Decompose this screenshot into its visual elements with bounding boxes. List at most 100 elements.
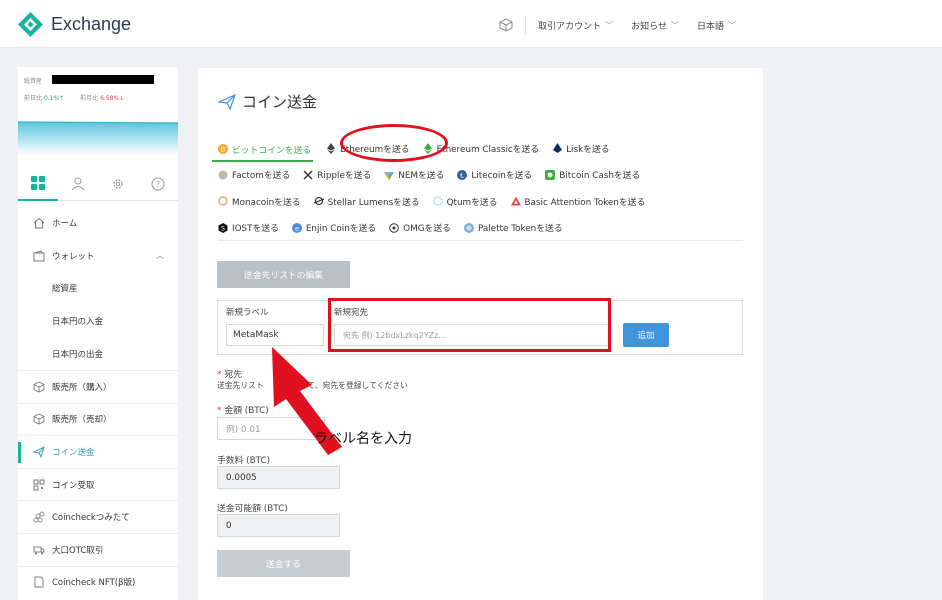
tab-label: Factomを送る: [232, 171, 291, 182]
svg-text:B: B: [221, 146, 226, 154]
logo[interactable]: Exchange: [18, 12, 131, 37]
day-change-value: 0.1%↑: [43, 95, 65, 102]
svg-text:S: S: [221, 225, 225, 232]
tab-label: Qtumを送る: [446, 197, 498, 208]
tab-menu[interactable]: [18, 167, 58, 201]
annotation-text: ラベル名を入力: [314, 431, 412, 447]
sidebar-icon-tabs: ?: [18, 167, 178, 201]
cube-icon[interactable]: [499, 18, 513, 32]
nav-label: お知らせ: [631, 21, 667, 32]
tab-user[interactable]: [58, 167, 98, 201]
tab-settings[interactable]: [98, 167, 138, 201]
tab-label: Monacoinを送る: [232, 197, 301, 208]
nav-language[interactable]: 日本語 ﹀: [697, 19, 736, 32]
fee-field: 0.0005: [217, 466, 340, 489]
omg-icon: [389, 222, 400, 233]
sidebar-item-jpy-deposit[interactable]: 日本円の入金: [18, 305, 178, 338]
tab-help[interactable]: ?: [138, 167, 178, 201]
new-label-input[interactable]: MetaMask: [226, 324, 324, 346]
chevron-up-icon: ︿: [156, 251, 164, 261]
tab-litecoin[interactable]: Ł Litecoinを送る: [457, 168, 532, 181]
sidebar-item-otc[interactable]: 大口OTC取引: [18, 532, 178, 566]
qr-icon: [32, 478, 46, 492]
sidebar-item-label: ウォレット: [52, 251, 95, 262]
tab-palette-token[interactable]: Palette Tokenを送る: [463, 221, 563, 235]
add-button[interactable]: 追加: [623, 323, 669, 347]
month-change-value: 6.58%↓: [100, 95, 125, 102]
fee-title: 手数料 (BTC): [217, 456, 271, 466]
tab-label: OMGを送る: [403, 224, 451, 235]
tab-label: Basic Attention Tokenを送る: [524, 197, 646, 208]
tab-omg[interactable]: OMGを送る: [389, 221, 451, 234]
svg-text:Ł: Ł: [459, 171, 464, 179]
sidebar: 総資産 前日比 0.1%↑ 前月比 6.58%↓ ? ホーム ウォレット ︿ 総…: [18, 67, 178, 600]
sidebar-item-label: Coincheck NFT(β版): [52, 578, 136, 589]
tab-bitcoin[interactable]: B ビットコインを送る: [212, 143, 314, 162]
sidebar-item-home[interactable]: ホーム: [18, 207, 178, 240]
exchange-logo-icon: [18, 12, 43, 37]
home-icon: [32, 216, 46, 230]
sidebar-item-send-coin[interactable]: コイン送金: [18, 435, 178, 468]
svg-text:?: ?: [156, 180, 160, 189]
tab-monacoin[interactable]: Monacoinを送る: [218, 195, 301, 208]
monacoin-icon: [218, 196, 228, 207]
destination-help-prefix: 送金先リスト: [217, 381, 264, 390]
tab-label: Ethereum Classicを送る: [436, 144, 540, 155]
lisk-icon: [552, 143, 562, 154]
sidebar-item-label: 販売所（購入）: [52, 382, 112, 393]
grid-icon: [31, 176, 45, 190]
sidebar-item-label: 総資産: [52, 284, 78, 295]
balance-chart: [18, 121, 178, 155]
user-icon: [71, 177, 85, 191]
tab-nem[interactable]: NEMを送る: [384, 168, 444, 181]
tab-enjin-coin[interactable]: e Enjin Coinを送る: [291, 221, 376, 234]
edit-destination-list-button[interactable]: 送金先リストの編集: [217, 261, 350, 288]
coins-icon: [32, 510, 46, 524]
amount-title-text: 金額 (BTC): [224, 406, 269, 416]
nav-trading-account[interactable]: 取引アカウント ﹀: [538, 19, 613, 32]
required-marker: *: [217, 370, 222, 380]
destination-title: * 宛先: [217, 367, 242, 380]
top-bar: Exchange 取引アカウント ﹀ お知らせ ﹀ 日本語 ﹀: [0, 0, 942, 48]
tab-stellar[interactable]: Stellar Lumensを送る: [313, 195, 420, 208]
bitcoin-cash-icon: [545, 169, 556, 180]
tab-basic-attention-token[interactable]: Basic Attention Tokenを送る: [510, 195, 646, 208]
sidebar-item-wallet[interactable]: ウォレット ︿: [18, 240, 178, 273]
page-title: コイン送金: [218, 91, 317, 112]
sidebar-item-receive-coin[interactable]: コイン受取: [18, 467, 178, 501]
annotation-ellipse: [340, 124, 448, 162]
new-label-title: 新規ラベル: [226, 308, 269, 318]
cube-icon: [32, 380, 46, 394]
sidebar-item-label: コイン受取: [52, 480, 95, 491]
tab-qtum[interactable]: Qtumを送る: [433, 195, 498, 208]
tab-bitcoin-cash[interactable]: Bitcoin Cashを送る: [545, 168, 640, 181]
sidebar-item-nft[interactable]: Coincheck NFT(β版): [18, 565, 178, 599]
paper-plane-icon: [32, 445, 46, 459]
send-button[interactable]: 送金する: [217, 550, 350, 577]
sidebar-item-label: コイン送金: [52, 447, 95, 458]
sidebar-item-label: 日本円の入金: [52, 317, 104, 328]
sidebar-item-jpy-withdraw[interactable]: 日本円の出金: [18, 337, 178, 370]
chevron-down-icon: ﹀: [670, 20, 679, 30]
tab-lisk[interactable]: Liskを送る: [552, 142, 610, 155]
available-field: 0: [217, 514, 340, 537]
tab-iost[interactable]: S IOSTを送る: [218, 221, 279, 234]
sidebar-item-tsumitate[interactable]: Coincheckつみたて: [18, 500, 178, 533]
balance-stats: 前日比 0.1%↑ 前月比 6.58%↓: [24, 93, 124, 102]
coin-tab-row: S IOSTを送る e Enjin Coinを送る OMGを送る Palette…: [218, 215, 743, 242]
tab-ripple[interactable]: Rippleを送る: [303, 168, 371, 181]
sidebar-item-sell[interactable]: 販売所（売却）: [18, 402, 178, 436]
sidebar-item-total-assets[interactable]: 総資産: [18, 272, 178, 305]
tab-label: Stellar Lumensを送る: [327, 197, 420, 208]
sidebar-item-label: 販売所（売却）: [52, 415, 112, 426]
gear-icon: [113, 179, 123, 189]
nav-notices[interactable]: お知らせ ﹀: [631, 19, 679, 32]
tab-factom[interactable]: Factomを送る: [218, 168, 290, 181]
top-nav: 取引アカウント ﹀ お知らせ ﹀ 日本語 ﹀: [499, 16, 754, 34]
sidebar-item-label: Coincheckつみたて: [52, 513, 130, 524]
tab-label: Palette Tokenを送る: [477, 224, 563, 235]
tab-label: Rippleを送る: [317, 171, 372, 182]
coin-tab-row: B ビットコインを送る Ethereumを送る Ethereum Classic…: [212, 135, 743, 162]
sidebar-item-buy[interactable]: 販売所（購入）: [18, 369, 178, 403]
balance-summary: 総資産 前日比 0.1%↑ 前月比 6.58%↓: [18, 67, 178, 167]
